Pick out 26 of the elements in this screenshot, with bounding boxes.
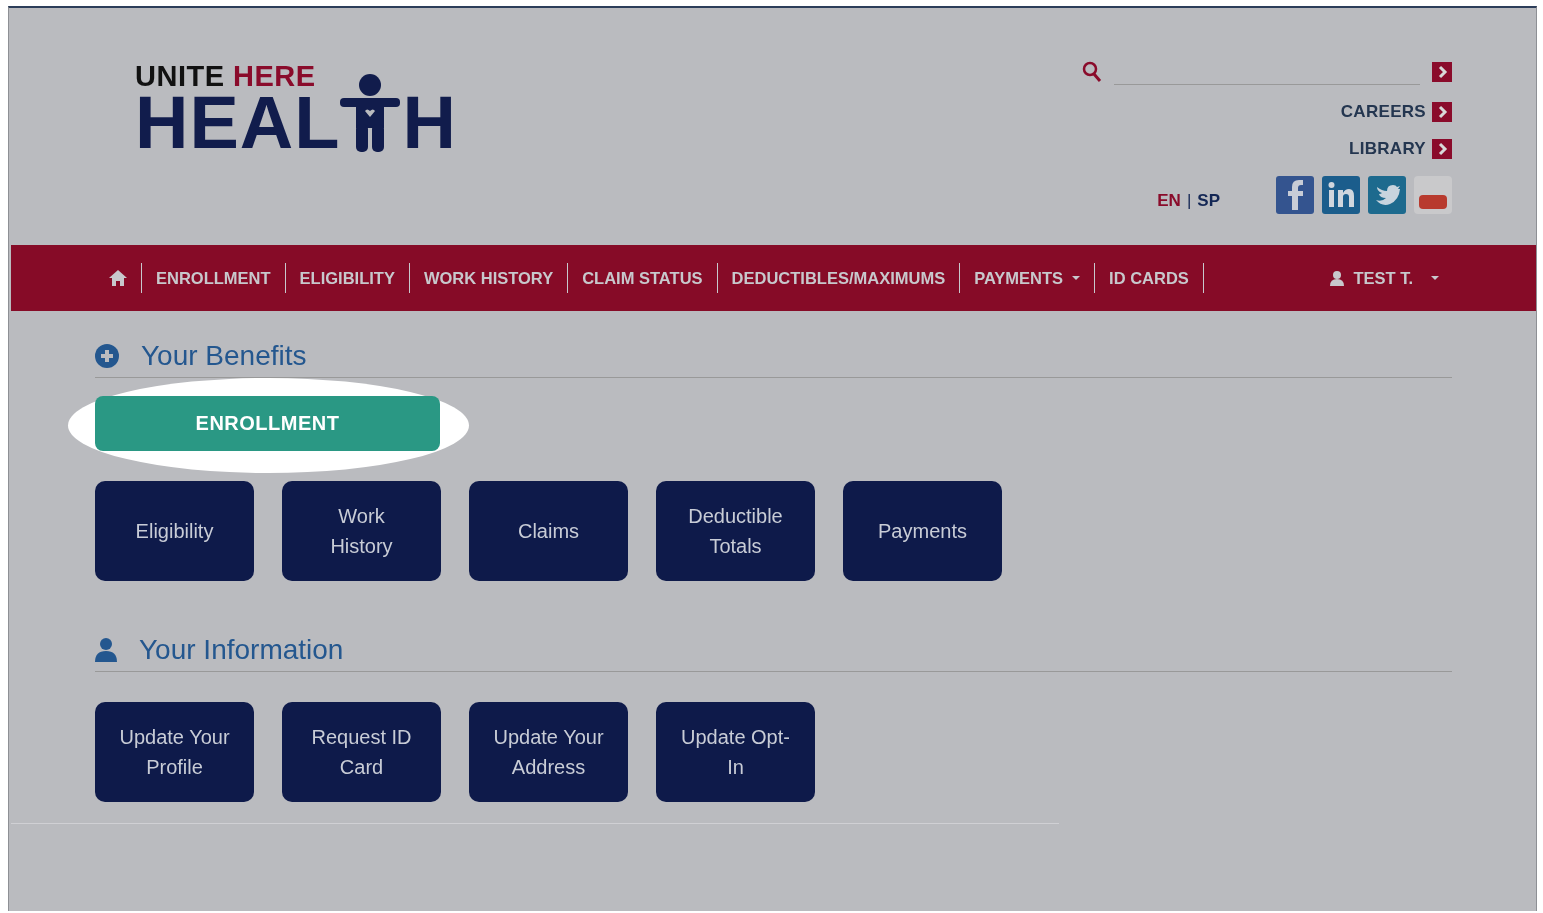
tile-button[interactable]: Deductible Totals [656, 481, 815, 581]
tile-button[interactable]: Eligibility [95, 481, 254, 581]
tile-button[interactable]: Claims [469, 481, 628, 581]
tile-button[interactable]: Request ID Card [282, 702, 441, 802]
tile-button[interactable]: Work History [282, 481, 441, 581]
language-link[interactable]: SP [1197, 191, 1220, 211]
header-link[interactable]: CAREERS [1340, 102, 1426, 122]
section-title: Your Benefits [141, 339, 307, 373]
nav-link[interactable]: ENROLLMENT [141, 263, 285, 293]
section-title: Your Information [139, 633, 344, 667]
nav-link[interactable]: CLAIM STATUS [567, 263, 717, 293]
separator: | [1186, 191, 1192, 211]
nav-link[interactable]: PAYMENTS [959, 263, 1095, 293]
tile-button[interactable]: Update Opt- In [656, 702, 815, 802]
logo[interactable]: UNITE HERE HEAL H [135, 8, 457, 153]
nav-link[interactable]: DEDUCTIBLES/MAXIMUMS [716, 263, 960, 293]
tile-button[interactable]: Update Your Profile [95, 702, 254, 802]
enrollment-button[interactable]: ENROLLMENT [95, 396, 440, 451]
nav-link[interactable]: ID CARDS [1094, 263, 1204, 293]
language-link[interactable]: EN [1157, 191, 1181, 211]
header-link[interactable]: LIBRARY [1348, 139, 1426, 159]
nav-link[interactable]: ELIGIBILITY [284, 263, 409, 293]
user-menu[interactable]: TEST T. [1330, 268, 1439, 288]
nav-link[interactable]: WORK HISTORY [408, 263, 568, 293]
tile-button[interactable]: Payments [843, 481, 1002, 581]
tile-button[interactable]: Update Your Address [469, 702, 628, 802]
